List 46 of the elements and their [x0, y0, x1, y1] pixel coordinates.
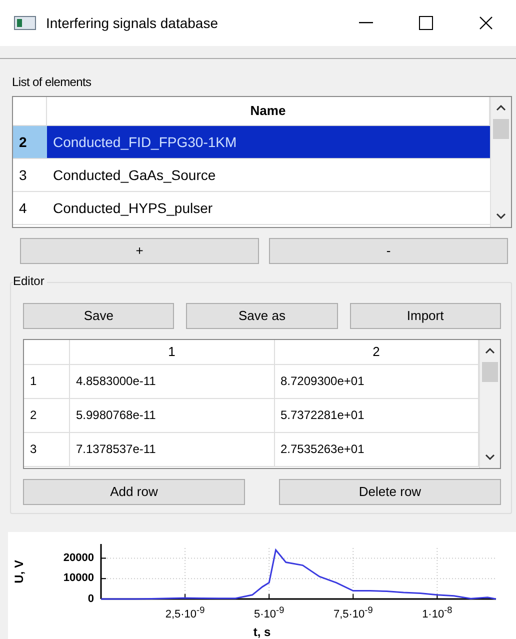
app-icon: [14, 16, 36, 30]
scroll-up-icon[interactable]: [496, 104, 506, 111]
scrollbar[interactable]: [490, 96, 511, 227]
x-tick-label: 2,5·10$^{-9}$: [165, 604, 205, 620]
row-number: 2: [13, 126, 47, 159]
scrollbar[interactable]: [479, 340, 500, 468]
editor-button[interactable]: Import: [350, 302, 501, 329]
table-cell: 4.8583000e-11: [70, 364, 274, 399]
y-axis: [100, 544, 106, 600]
add-button[interactable]: +: [20, 238, 259, 264]
editor-button[interactable]: Save as: [186, 302, 338, 329]
scrollbar-thumb[interactable]: [493, 118, 509, 139]
y-axis-label: U, V: [12, 560, 26, 584]
element-row[interactable]: Conducted_HYPS_pulser: [47, 192, 490, 225]
y-tick-label: 20000: [63, 552, 94, 564]
x-axis-label: t, s: [253, 625, 271, 639]
row-number: 4: [13, 192, 47, 225]
x-tick-label: 5·10$^{-9}$: [254, 604, 284, 620]
remove-button[interactable]: -: [269, 238, 508, 264]
scroll-down-icon[interactable]: [496, 212, 506, 219]
editor-button[interactable]: Save: [23, 302, 174, 329]
table-cell: 5.9980768e-11: [70, 398, 274, 433]
close-icon[interactable]: [479, 16, 493, 30]
scroll-down-icon[interactable]: [485, 454, 495, 460]
column-header: 2: [274, 340, 479, 365]
add-row-button[interactable]: Add row: [23, 478, 245, 505]
row-number: 3: [13, 158, 47, 192]
row-number: 1: [24, 364, 70, 399]
table-cell: 7.1378537e-11: [70, 432, 274, 467]
x-tick-label: 1·10$^{-8}$: [422, 604, 452, 620]
x-tick-label: 7,5·10$^{-9}$: [333, 604, 373, 620]
section-label: List of elements: [12, 74, 92, 89]
minimize-icon[interactable]: [359, 22, 373, 24]
scroll-up-icon[interactable]: [485, 348, 495, 354]
column-header: 1: [70, 340, 274, 365]
row-number: 2: [24, 398, 70, 433]
maximize-icon[interactable]: [419, 16, 433, 30]
window-title: Interfering signals database: [46, 15, 219, 31]
scrollbar-thumb[interactable]: [482, 362, 498, 382]
delete-row-button[interactable]: Delete row: [279, 478, 501, 505]
group-title: Editor: [13, 274, 48, 288]
element-row[interactable]: Conducted_GaAs_Source: [47, 158, 490, 192]
y-tick-label: 10000: [63, 572, 94, 584]
y-tick-label: 0: [88, 592, 94, 605]
element-row[interactable]: Conducted_FID_FPG30-1KM: [47, 126, 490, 159]
row-number: 3: [24, 432, 70, 467]
